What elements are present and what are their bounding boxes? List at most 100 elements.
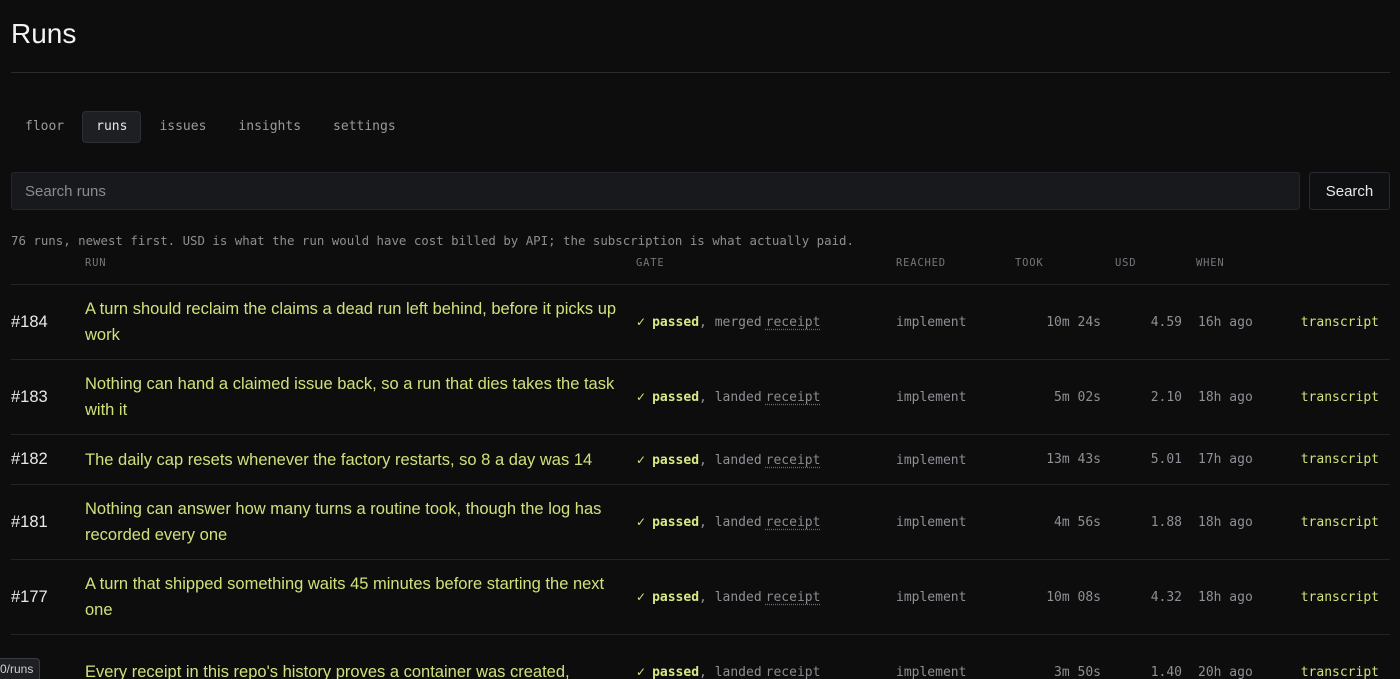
transcript-link[interactable]: transcript: [1288, 590, 1390, 605]
gate-result: landed: [714, 452, 762, 468]
run-title-link[interactable]: Nothing can answer how many turns a rout…: [85, 496, 636, 548]
receipt-link[interactable]: receipt: [766, 315, 821, 330]
gate-cell: ✓ passed, landed receipt: [636, 634, 896, 679]
check-icon: ✓: [636, 665, 647, 679]
took-value: 5m 02s: [1054, 389, 1101, 405]
run-number: #181: [11, 512, 48, 531]
header-usd: USD: [1115, 257, 1196, 285]
transcript-link[interactable]: transcript: [1288, 665, 1390, 679]
header-transcript: [1288, 257, 1390, 285]
gate-status: passed: [652, 452, 700, 468]
run-title-cell: A turn that shipped something waits 45 m…: [85, 559, 636, 635]
table-row[interactable]: #183 Nothing can hand a claimed issue bac…: [11, 359, 1390, 435]
when-value: 20h ago: [1198, 664, 1253, 679]
header-gate: GATE: [636, 257, 896, 285]
tab-insights[interactable]: insights: [224, 111, 315, 143]
took-cell: 10m 08s: [1015, 559, 1115, 635]
receipt-link[interactable]: receipt: [766, 515, 821, 530]
reached-value: implement: [896, 515, 967, 530]
header-took: TOOK: [1015, 257, 1115, 285]
table-row[interactable]: #182 The daily cap resets whenever the fa…: [11, 434, 1390, 485]
reached-cell: implement: [896, 634, 1015, 679]
gate-result: landed: [714, 665, 762, 679]
transcript-link[interactable]: transcript: [1288, 390, 1390, 405]
run-title-link[interactable]: The daily cap resets whenever the factor…: [85, 447, 636, 473]
run-title-cell: Nothing can hand a claimed issue back, s…: [85, 359, 636, 435]
run-number-cell: #181: [11, 484, 85, 560]
took-value: 13m 43s: [1046, 452, 1101, 467]
gate-separator: ,: [699, 390, 715, 405]
search-button[interactable]: Search: [1309, 172, 1390, 210]
table-row[interactable]: Every receipt in this repo's history pro…: [11, 634, 1390, 679]
when-cell: 18h ago: [1196, 359, 1288, 435]
table-row[interactable]: #184 A turn should reclaim the claims a d…: [11, 284, 1390, 360]
tab-floor[interactable]: floor: [11, 111, 78, 143]
header-when: WHEN: [1196, 257, 1288, 285]
reached-cell: implement: [896, 559, 1015, 635]
gate-status: passed: [652, 665, 700, 679]
page-title: Runs: [11, 18, 77, 49]
table-row[interactable]: #181 Nothing can answer how many turns a …: [11, 484, 1390, 560]
receipt-link[interactable]: receipt: [766, 453, 821, 468]
gate-cell: ✓ passed, landed receipt: [636, 434, 896, 485]
took-cell: 13m 43s: [1015, 434, 1115, 485]
when-value: 17h ago: [1198, 452, 1253, 467]
search-bar: Search: [11, 172, 1390, 210]
check-icon: ✓: [636, 590, 647, 604]
when-value: 16h ago: [1198, 314, 1253, 330]
usd-value: 1.88: [1150, 514, 1182, 530]
reached-value: implement: [896, 390, 967, 405]
run-number-cell: #177: [11, 559, 85, 635]
usd-cell: 4.59: [1115, 284, 1196, 360]
took-cell: 3m 50s: [1015, 634, 1115, 679]
gate-separator: ,: [699, 515, 715, 530]
tab-runs[interactable]: runs: [82, 111, 142, 143]
transcript-cell: transcript: [1288, 559, 1390, 635]
table-row[interactable]: #177 A turn that shipped something waits …: [11, 559, 1390, 635]
took-cell: 4m 56s: [1015, 484, 1115, 560]
run-title-link[interactable]: Every receipt in this repo's history pro…: [85, 659, 636, 679]
tab-settings[interactable]: settings: [319, 111, 410, 143]
transcript-link[interactable]: transcript: [1288, 315, 1390, 330]
transcript-link[interactable]: transcript: [1288, 452, 1390, 467]
took-value: 3m 50s: [1054, 664, 1101, 679]
run-title-link[interactable]: Nothing can hand a claimed issue back, s…: [85, 371, 636, 423]
gate-separator: ,: [699, 590, 715, 605]
transcript-cell: transcript: [1288, 434, 1390, 485]
gate-separator: ,: [699, 452, 715, 468]
usd-cell: 2.10: [1115, 359, 1196, 435]
transcript-link[interactable]: transcript: [1288, 515, 1390, 530]
tab-bar: floor runs issues insights settings: [11, 111, 1390, 143]
title-divider: [11, 72, 1390, 73]
reached-value: implement: [896, 590, 967, 605]
table-header-row: RUN GATE REACHED TOOK USD WHEN: [11, 257, 1390, 285]
run-number-cell: #183: [11, 359, 85, 435]
reached-value: implement: [896, 315, 967, 330]
gate-status: passed: [652, 390, 700, 405]
runs-table-body: #184 A turn should reclaim the claims a d…: [11, 284, 1390, 679]
reached-cell: implement: [896, 359, 1015, 435]
tab-issues[interactable]: issues: [145, 111, 220, 143]
check-icon: ✓: [636, 515, 647, 529]
transcript-cell: transcript: [1288, 284, 1390, 360]
gate-result: merged: [714, 315, 762, 330]
runs-summary: 76 runs, newest first. USD is what the r…: [11, 233, 854, 248]
took-value: 4m 56s: [1054, 514, 1101, 530]
receipt-link[interactable]: receipt: [766, 590, 821, 605]
usd-value: 5.01: [1150, 452, 1182, 467]
run-title-link[interactable]: A turn that shipped something waits 45 m…: [85, 571, 636, 623]
run-number: #182: [11, 450, 48, 468]
receipt-link[interactable]: receipt: [766, 390, 821, 405]
transcript-cell: transcript: [1288, 359, 1390, 435]
when-value: 18h ago: [1198, 589, 1253, 605]
when-cell: 16h ago: [1196, 284, 1288, 360]
reached-value: implement: [896, 452, 967, 468]
run-number: #184: [11, 312, 48, 331]
gate-result: landed: [714, 515, 762, 530]
receipt-link[interactable]: receipt: [766, 665, 821, 679]
run-title-cell: Nothing can answer how many turns a rout…: [85, 484, 636, 560]
search-input[interactable]: [11, 172, 1300, 210]
gate-separator: ,: [699, 315, 715, 330]
run-title-link[interactable]: A turn should reclaim the claims a dead …: [85, 296, 636, 348]
took-value: 10m 08s: [1046, 589, 1101, 605]
